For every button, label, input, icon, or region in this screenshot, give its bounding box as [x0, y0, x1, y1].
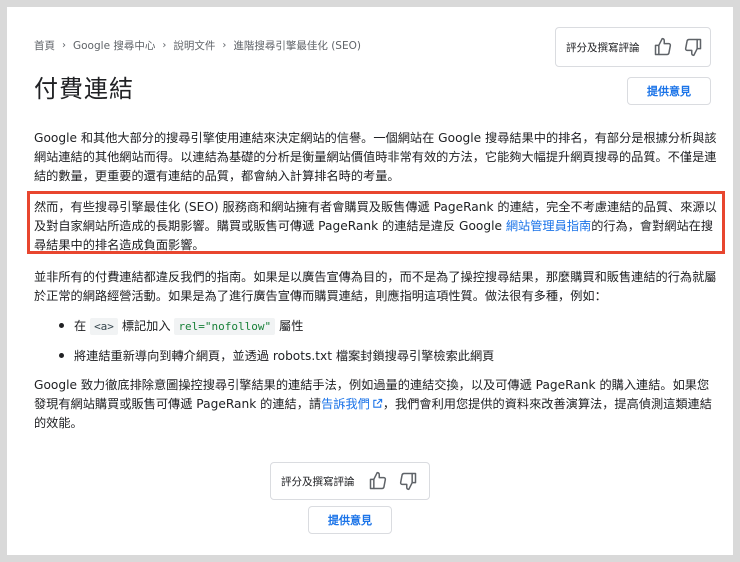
list-item: 將連結重新導向到轉介網頁，並透過 robots.txt 檔案封鎖搜尋引擎檢索此網…: [34, 343, 718, 373]
paragraph-not-all-paid: 並非所有的付費連結都違反我們的指南。如果是以廣告宣傳為目的，而不是為了操控搜尋結…: [34, 270, 717, 303]
external-link-icon: [373, 398, 383, 408]
bullet-dot: [59, 323, 64, 328]
thumb-down-icon[interactable]: [678, 32, 708, 62]
thumb-up-icon[interactable]: [648, 32, 678, 62]
breadcrumb-home[interactable]: 首頁: [34, 38, 55, 53]
list-text: 將連結重新導向到轉介網頁，並透過 robots.txt 檔案封鎖搜尋引擎檢索此網…: [74, 349, 495, 363]
breadcrumb-advanced-seo[interactable]: 進階搜尋引擎最佳化 (SEO): [233, 38, 361, 53]
page-frame: 首頁 › Google 搜尋中心 › 說明文件 › 進階搜尋引擎最佳化 (SEO…: [0, 0, 740, 562]
report-link-label: 告訴我們: [321, 397, 370, 411]
bullet-dot: [59, 353, 64, 358]
breadcrumb-documentation[interactable]: 說明文件: [173, 38, 215, 53]
report-link[interactable]: 告訴我們: [321, 397, 383, 411]
send-feedback-button[interactable]: 提供意見: [627, 77, 711, 105]
code-anchor-tag: <a>: [90, 318, 118, 335]
methods-list: 在 <a> 標記加入 rel="nofollow" 屬性 將連結重新導向到轉介網…: [34, 313, 718, 373]
list-text: 屬性: [279, 319, 304, 333]
chevron-right-icon: ›: [222, 39, 227, 51]
list-text: 在: [74, 319, 87, 333]
send-feedback-button[interactable]: 提供意見: [308, 506, 392, 534]
rating-label: 評分及撰寫評論: [281, 475, 355, 488]
paragraph-report: Google 致力徹底排除意圖操控搜尋引擎結果的連結手法，例如過量的連結交換，以…: [34, 376, 718, 433]
rating-widget-top: 評分及撰寫評論: [555, 27, 711, 67]
chevron-right-icon: ›: [162, 39, 167, 51]
paragraph-intro: Google 和其他大部分的搜尋引擎使用連結來決定網站的信譽。一個網站在 Goo…: [34, 131, 717, 183]
page-title: 付費連結: [34, 75, 134, 103]
code-rel-nofollow: rel="nofollow": [174, 318, 276, 335]
rating-label: 評分及撰寫評論: [566, 41, 640, 54]
breadcrumb-search-central[interactable]: Google 搜尋中心: [73, 38, 155, 53]
chevron-right-icon: ›: [62, 39, 66, 51]
breadcrumb: 首頁 › Google 搜尋中心 › 說明文件 › 進階搜尋引擎最佳化 (SEO…: [34, 37, 361, 53]
thumb-up-icon[interactable]: [363, 466, 393, 496]
paragraph-highlighted: 然而，有些搜尋引擎最佳化 (SEO) 服務商和網站擁有者會購買及販售傳遞 Pag…: [34, 198, 718, 255]
rating-widget-bottom: 評分及撰寫評論: [270, 462, 430, 500]
thumb-down-icon[interactable]: [393, 466, 423, 496]
list-item: 在 <a> 標記加入 rel="nofollow" 屬性: [34, 313, 718, 343]
webmaster-guidelines-link[interactable]: 網站管理員指南: [506, 219, 591, 233]
list-text: 標記加入: [121, 319, 171, 333]
